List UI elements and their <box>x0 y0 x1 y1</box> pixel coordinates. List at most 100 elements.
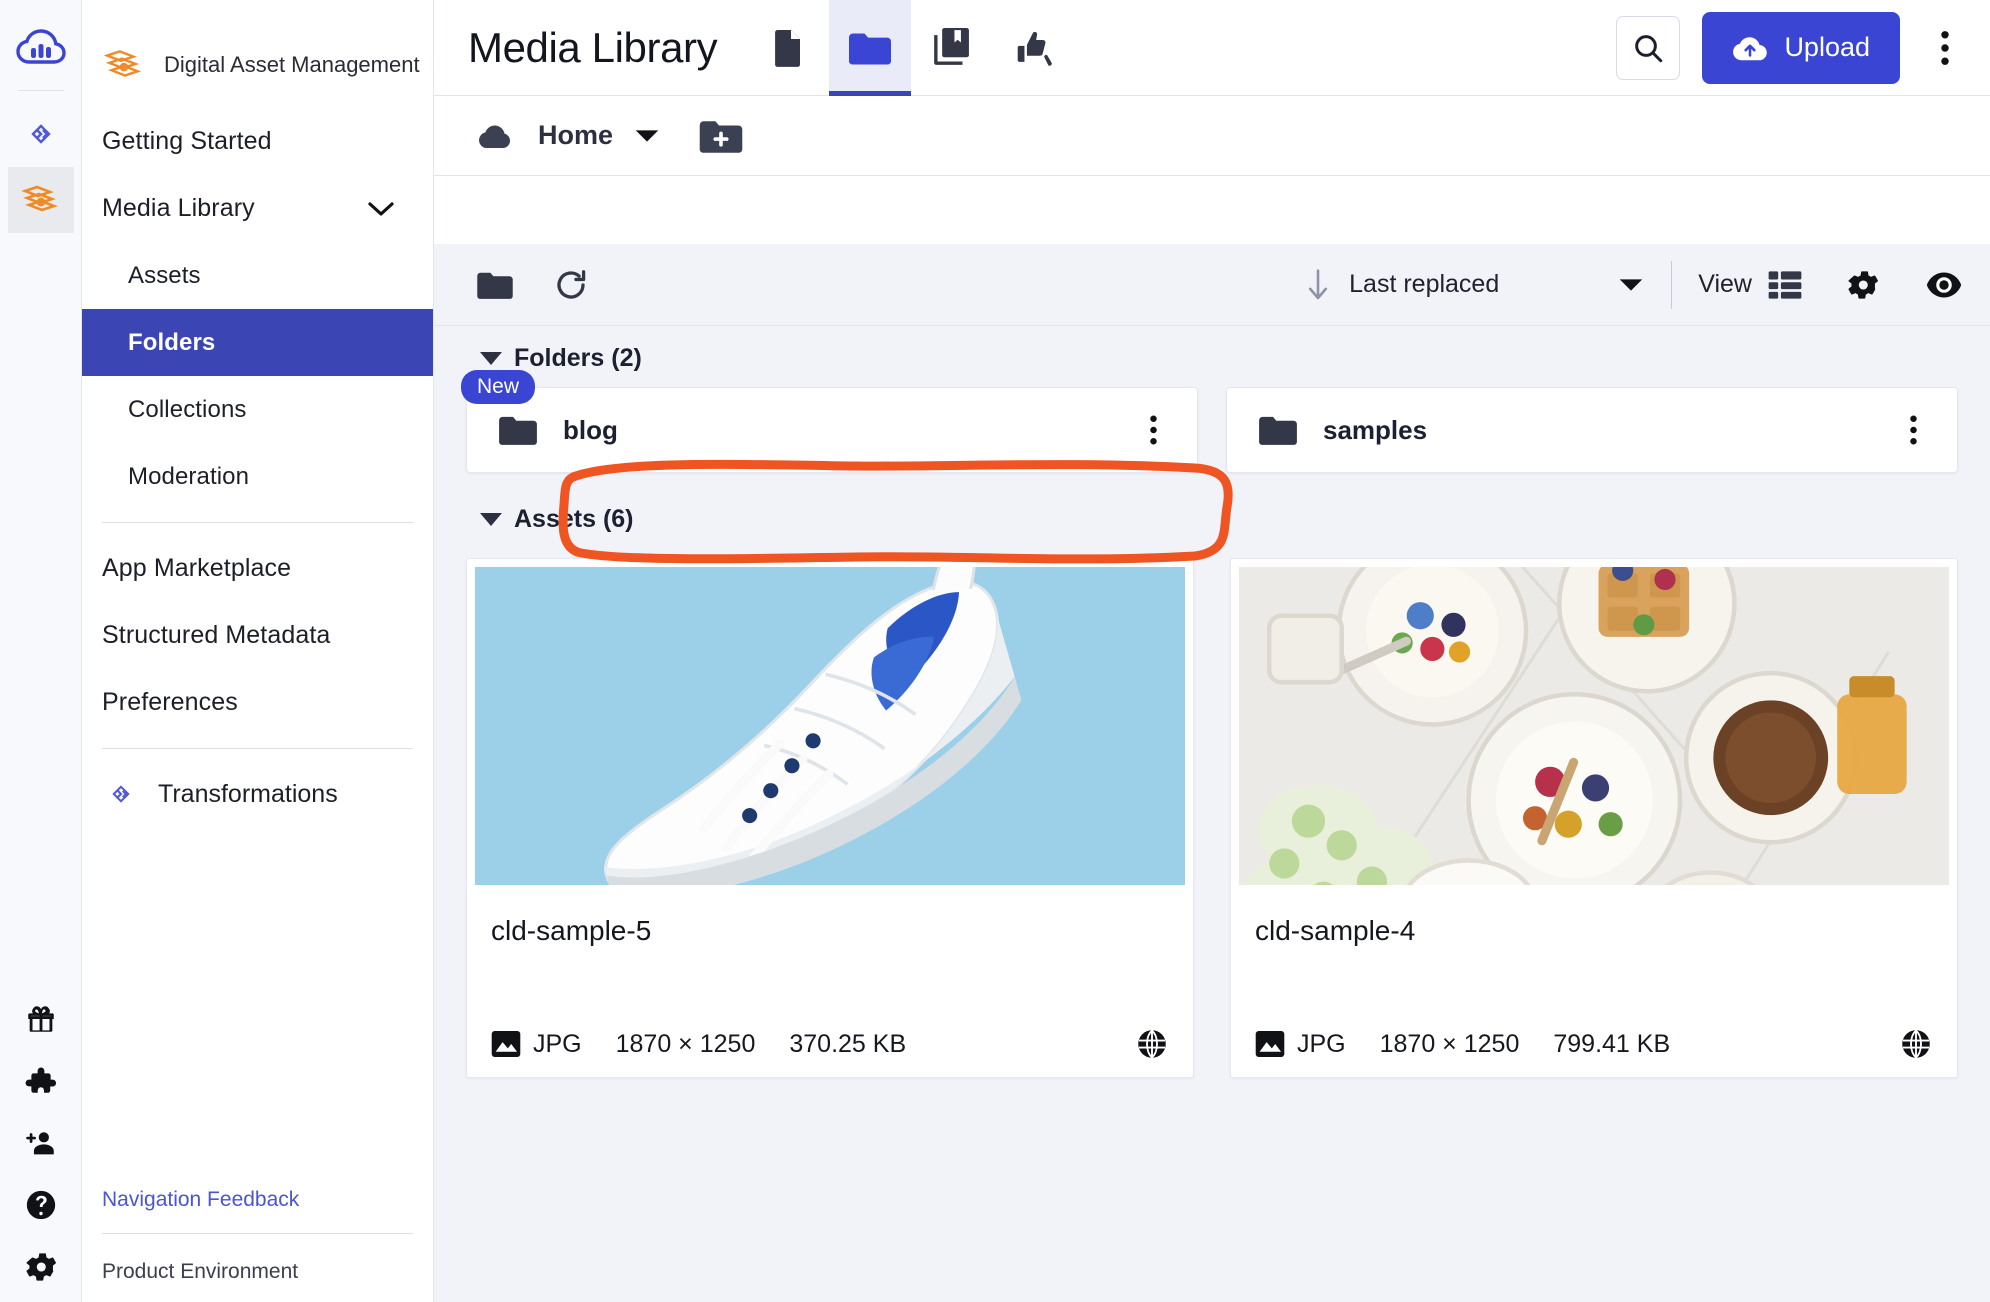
rail-item-transformations[interactable] <box>8 101 74 167</box>
product-environment-label[interactable]: Product Environment <box>102 1260 298 1284</box>
rail-item-digital-asset-management[interactable] <box>7 167 74 233</box>
sidebar-item-label: Structured Metadata <box>102 621 331 649</box>
icon-rail <box>0 0 82 1302</box>
asset-format: JPG <box>1297 1029 1346 1058</box>
puzzle-icon[interactable] <box>24 1064 58 1098</box>
upload-button-label: Upload <box>1784 32 1870 62</box>
folder-tree-toggle-button[interactable] <box>466 256 524 314</box>
sidebar-item-label: Collections <box>128 395 247 423</box>
asset-format: JPG <box>533 1029 582 1058</box>
top-bar-actions: Upload <box>1616 11 1968 84</box>
globe-icon[interactable] <box>1137 1029 1167 1059</box>
list-view-icon[interactable] <box>1768 270 1802 300</box>
new-folder-icon[interactable] <box>699 118 743 154</box>
search-icon <box>1631 31 1665 65</box>
help-icon[interactable] <box>24 1188 58 1222</box>
sidebar-brand[interactable]: Digital Asset Management <box>82 0 433 86</box>
transformations-chevrons-icon <box>102 775 140 813</box>
asset-card[interactable]: cld-sample-5 JPG 1870 × 1250 370.25 KB <box>466 558 1194 1078</box>
breadcrumb-home[interactable]: Home <box>538 120 613 151</box>
sidebar-item-label: Media Library <box>102 194 255 222</box>
rail-divider <box>17 90 64 91</box>
add-user-icon[interactable] <box>24 1126 58 1160</box>
image-icon <box>1255 1031 1285 1057</box>
cloud-icon <box>476 122 518 150</box>
sidebar-item-folders[interactable]: Folders <box>82 309 433 376</box>
breadcrumb-spacer <box>434 176 1990 244</box>
asset-size: 370.25 KB <box>789 1029 907 1058</box>
digital-asset-management-icon <box>102 44 146 86</box>
sidebar-item-label: Transformations <box>158 779 338 808</box>
sidebar-item-structured-metadata[interactable]: Structured Metadata <box>82 602 433 669</box>
sidebar-item-label: Getting Started <box>102 127 272 155</box>
folder-card-blog[interactable]: New blog <box>461 370 1198 473</box>
sidebar-item-collections[interactable]: Collections <box>82 376 433 443</box>
asset-size: 799.41 KB <box>1553 1029 1671 1058</box>
sidebar-item-transformations[interactable]: Transformations <box>82 761 433 827</box>
settings-gear-icon[interactable] <box>24 1250 58 1284</box>
eye-icon[interactable] <box>1926 270 1962 300</box>
upload-button[interactable]: Upload <box>1702 11 1900 84</box>
globe-icon[interactable] <box>1901 1029 1931 1059</box>
caret-down-icon[interactable] <box>633 127 661 145</box>
sidebar: Digital Asset Management Getting Started… <box>82 0 434 1302</box>
folder-icon <box>477 270 513 300</box>
section-collapse-triangle-icon <box>480 352 502 365</box>
assets-section-label: Assets (6) <box>514 505 634 533</box>
folder-name: samples <box>1323 414 1428 445</box>
sidebar-item-assets[interactable]: Assets <box>82 242 433 309</box>
top-bar: Media Library Upload <box>434 0 1990 96</box>
gear-icon[interactable] <box>1846 268 1880 302</box>
status-badge-new: New <box>461 370 536 405</box>
content-area: Folders (2) New blog samples Assets (6) … <box>434 326 1990 1302</box>
assets-section-header[interactable]: Assets (6) <box>466 473 1958 548</box>
search-button[interactable] <box>1616 15 1681 80</box>
asset-thumbnail <box>475 567 1185 885</box>
asset-metadata: JPG 1870 × 1250 370.25 KB <box>475 1029 1185 1077</box>
folders-grid: New blog samples <box>461 370 1958 473</box>
sidebar-item-label: Moderation <box>128 462 250 490</box>
asset-thumbnail <box>1239 567 1949 885</box>
sidebar-item-label: App Marketplace <box>102 554 292 582</box>
arrow-down-icon[interactable] <box>1305 268 1331 302</box>
folders-section-label: Folders (2) <box>514 344 642 372</box>
sidebar-item-media-library[interactable]: Media Library <box>82 175 433 242</box>
top-overflow-menu-button[interactable] <box>1922 16 1968 80</box>
caret-down-icon[interactable] <box>1617 276 1645 294</box>
folders-section-header[interactable]: Folders (2) <box>466 326 1958 387</box>
tab-collections[interactable] <box>911 0 993 96</box>
tab-moderation[interactable] <box>993 0 1075 96</box>
sidebar-item-app-marketplace[interactable]: App Marketplace <box>82 535 433 602</box>
toolbar: Last replaced View <box>434 244 1990 326</box>
tab-assets[interactable] <box>747 0 829 96</box>
navigation-feedback-link[interactable]: Navigation Feedback <box>102 1188 299 1212</box>
file-icon <box>770 28 806 68</box>
section-collapse-triangle-icon <box>480 513 502 526</box>
refresh-button[interactable] <box>542 256 600 314</box>
toolbar-separator <box>1671 260 1673 309</box>
cloudinary-cloud-logo-icon[interactable] <box>14 22 68 76</box>
sidebar-item-label: Folders <box>128 328 216 356</box>
asset-name: cld-sample-5 <box>491 915 652 946</box>
tab-folders[interactable] <box>829 0 912 96</box>
folder-card-samples[interactable]: samples <box>1226 387 1958 473</box>
sidebar-item-moderation[interactable]: Moderation <box>82 443 433 510</box>
folder-overflow-menu-button[interactable] <box>1133 402 1173 458</box>
sidebar-item-label: Preferences <box>102 688 238 716</box>
folder-icon <box>499 414 537 446</box>
cloud-upload-icon <box>1732 33 1768 63</box>
asset-card[interactable]: cld-sample-4 JPG 1870 × 1250 799.41 KB <box>1230 558 1958 1078</box>
gift-icon[interactable] <box>24 1002 58 1036</box>
collections-book-icon <box>932 27 972 68</box>
rail-bottom-group <box>0 1002 82 1284</box>
sort-field-label[interactable]: Last replaced <box>1349 270 1499 299</box>
folder-overflow-menu-button[interactable] <box>1893 402 1933 458</box>
folder-name: blog <box>563 414 618 445</box>
view-label: View <box>1698 270 1752 298</box>
sidebar-item-preferences[interactable]: Preferences <box>82 669 433 736</box>
page-title: Media Library <box>468 23 718 71</box>
sidebar-brand-label: Digital Asset Management <box>164 52 420 77</box>
asset-dimensions: 1870 × 1250 <box>615 1029 756 1058</box>
sort-control[interactable]: Last replaced <box>1305 268 1645 302</box>
sidebar-item-getting-started[interactable]: Getting Started <box>82 108 433 175</box>
